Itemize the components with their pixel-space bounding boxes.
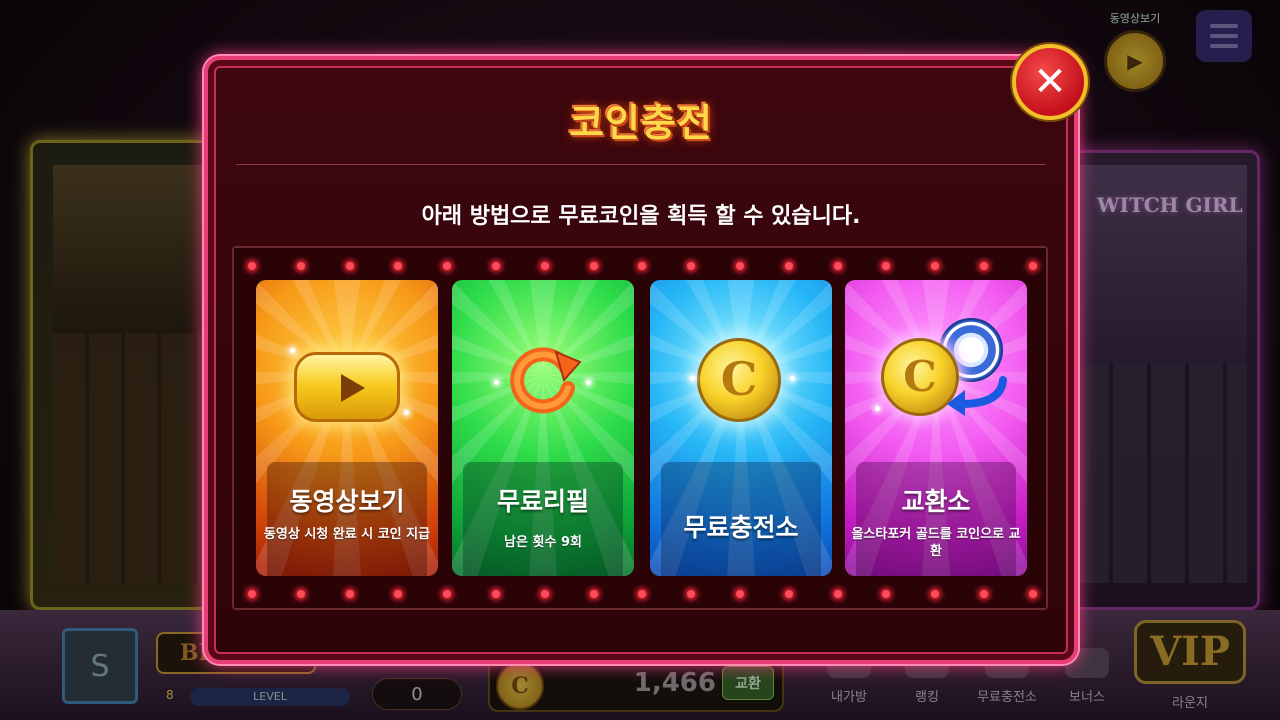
exchange-arrow-icon xyxy=(947,376,1007,416)
card-description: 올스타포커 골드를 코인으로 교환 xyxy=(851,527,1021,559)
marquee-bulb xyxy=(1028,590,1037,598)
card-free-charge-station[interactable]: C 무료충전소 xyxy=(650,280,832,576)
marquee-bulb xyxy=(589,262,598,270)
marquee-bulb xyxy=(345,262,354,270)
marquee-bulb xyxy=(687,262,696,270)
marquee-bulb xyxy=(492,262,500,270)
card-exchange[interactable]: C 교환소 올스타포커 골드를 코인으로 교환 xyxy=(845,280,1027,576)
marquee-bulb xyxy=(248,262,256,270)
marquee-bulb xyxy=(1028,262,1037,270)
close-x-icon: ✕ xyxy=(1033,59,1067,105)
marquee-bulb xyxy=(638,262,647,270)
card-description: 남은 횟수 9회 xyxy=(504,535,582,550)
marquee-bulb xyxy=(882,590,891,598)
marquee-bulb xyxy=(882,262,891,270)
marquee-bulb xyxy=(589,590,598,598)
modal-subtitle: 아래 방법으로 무료코인을 획득 할 수 있습니다. xyxy=(421,204,861,229)
card-watch-video[interactable]: 동영상보기 동영상 시청 완료 시 코인 지급 xyxy=(256,280,438,576)
marquee-bulb xyxy=(540,262,549,270)
marquee-bulb xyxy=(296,590,305,598)
marquee-bulb xyxy=(736,590,744,598)
marquee-bulb xyxy=(540,590,549,598)
marquee-bulb xyxy=(980,262,988,270)
marquee-bulb xyxy=(248,590,256,598)
modal-title: 코인충전 xyxy=(569,101,713,145)
marquee-bulb xyxy=(492,590,500,598)
title-divider xyxy=(236,164,1046,165)
marquee-bulb xyxy=(394,590,403,598)
marquee-bulb xyxy=(394,262,403,270)
card-title: 동영상보기 xyxy=(289,487,405,516)
card-title: 교환소 xyxy=(901,487,971,516)
marquee-bulb xyxy=(296,262,305,270)
marquee-bulb xyxy=(833,262,842,270)
marquee-bulb xyxy=(443,262,452,270)
marquee-bulb xyxy=(443,590,452,598)
card-description: 동영상 시청 완료 시 코인 지급 xyxy=(263,527,431,542)
card-title: 무료리필 xyxy=(496,487,589,516)
close-button[interactable]: ✕ xyxy=(1012,44,1088,120)
marquee-bulb xyxy=(687,590,696,598)
marquee-bulb xyxy=(345,590,354,598)
marquee-bulb xyxy=(833,590,842,598)
card-panel xyxy=(463,462,623,576)
marquee-bulb xyxy=(980,590,988,598)
video-play-icon xyxy=(294,352,400,422)
marquee-bulb xyxy=(784,262,793,270)
marquee-bulb xyxy=(638,590,647,598)
card-panel xyxy=(267,462,427,576)
marquee-bulb xyxy=(931,262,940,270)
card-free-refill[interactable]: 무료리필 남은 횟수 9회 xyxy=(452,280,634,576)
coin-icon: C xyxy=(697,338,781,422)
card-title: 무료충전소 xyxy=(683,513,799,542)
marquee-bulb xyxy=(931,590,940,598)
refill-arrow-icon xyxy=(510,347,582,414)
marquee-bulb xyxy=(736,262,744,270)
marquee-bulb xyxy=(784,590,793,598)
